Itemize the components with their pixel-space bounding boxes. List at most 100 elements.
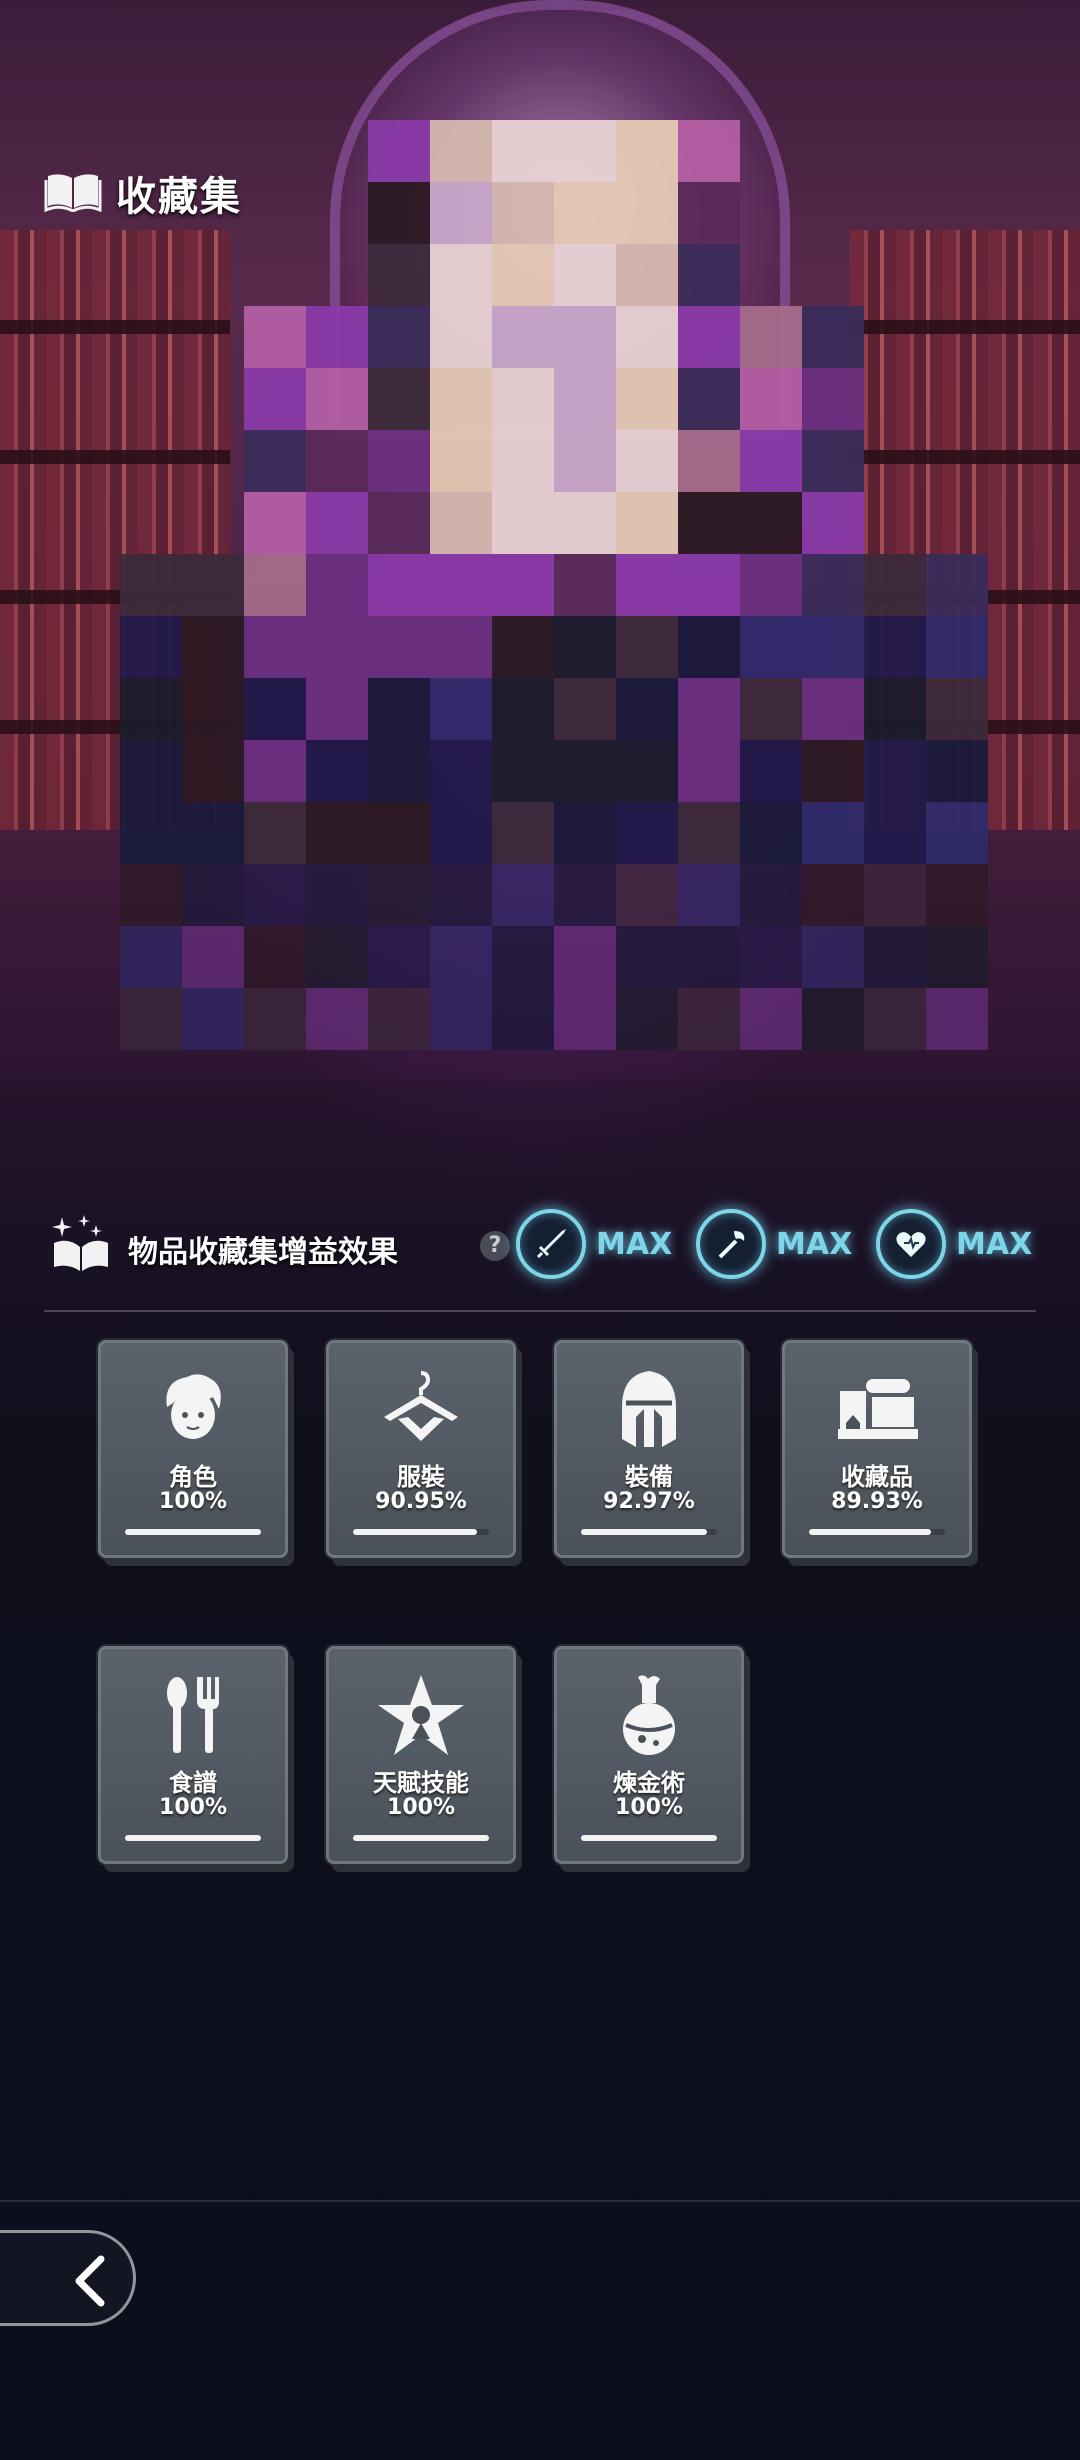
pixel-block	[182, 616, 244, 678]
pixel-block	[182, 988, 244, 1050]
pixel-block	[678, 120, 740, 182]
pixel-block	[430, 120, 492, 182]
back-button[interactable]	[0, 2230, 136, 2326]
pixel-block	[306, 368, 368, 430]
pixel-block	[492, 864, 554, 926]
pixel-block	[678, 554, 740, 616]
collection-card-recipes[interactable]: 食譜 100%	[98, 1646, 288, 1864]
pixel-block	[616, 802, 678, 864]
collection-card-character[interactable]: 角色 100%	[98, 1340, 288, 1558]
pixel-block	[740, 616, 802, 678]
pixel-block	[802, 740, 864, 802]
pixel-block	[430, 740, 492, 802]
character-face-icon	[101, 1367, 285, 1447]
buff-ring	[696, 1209, 766, 1279]
pixel-block	[244, 306, 306, 368]
progress-fill	[125, 1529, 261, 1535]
pixel-block	[368, 492, 430, 554]
pixel-block	[926, 740, 988, 802]
pixel-block	[926, 554, 988, 616]
pixel-block	[306, 988, 368, 1050]
pixel-block	[802, 988, 864, 1050]
pixel-block	[678, 926, 740, 988]
collection-card-equipment[interactable]: 裝備 92.97%	[554, 1340, 744, 1558]
pixel-block	[492, 492, 554, 554]
pixel-block	[616, 678, 678, 740]
pixel-block	[740, 802, 802, 864]
collection-card-talent[interactable]: 天賦技能 100%	[326, 1646, 516, 1864]
pixel-block	[182, 802, 244, 864]
pixel-block	[368, 802, 430, 864]
collection-buff-row: 物品收藏集增益效果 ? MAX MAX MAX	[44, 1205, 1044, 1295]
pixel-block	[926, 678, 988, 740]
pixel-block	[120, 988, 182, 1050]
buff-attack[interactable]: MAX	[516, 1209, 676, 1281]
buff-label: 物品收藏集增益效果	[128, 1235, 398, 1270]
pixel-block	[368, 182, 430, 244]
pixel-block	[678, 492, 740, 554]
pixel-block	[182, 926, 244, 988]
pixel-block	[616, 244, 678, 306]
pixel-block	[368, 368, 430, 430]
pixel-block	[802, 864, 864, 926]
pixel-block	[306, 926, 368, 988]
pixel-block	[554, 306, 616, 368]
progress-track	[809, 1529, 945, 1535]
pixel-block	[926, 864, 988, 926]
pixel-block	[492, 616, 554, 678]
pixel-block	[306, 430, 368, 492]
pixel-block	[306, 492, 368, 554]
collection-card-costume[interactable]: 服裝 90.95%	[326, 1340, 516, 1558]
pixel-block	[244, 554, 306, 616]
collection-card-alchemy[interactable]: 煉金術 100%	[554, 1646, 744, 1864]
help-button[interactable]: ?	[480, 1231, 510, 1261]
pixel-block	[430, 554, 492, 616]
pixel-block	[554, 120, 616, 182]
sword-icon	[536, 1229, 566, 1259]
pixel-block	[306, 306, 368, 368]
card-percent: 89.93%	[831, 1489, 923, 1514]
pixel-block	[802, 306, 864, 368]
pixel-block	[802, 802, 864, 864]
pixel-block	[244, 678, 306, 740]
pixel-block	[554, 864, 616, 926]
pixel-block	[120, 678, 182, 740]
pixel-block	[120, 554, 182, 616]
pixel-block	[802, 616, 864, 678]
pixel-block	[678, 988, 740, 1050]
pixel-block	[554, 244, 616, 306]
buff-ring	[516, 1209, 586, 1279]
pixel-block	[864, 988, 926, 1050]
progress-track	[353, 1835, 489, 1841]
pixel-block	[244, 492, 306, 554]
hanger-icon	[329, 1367, 513, 1447]
pixel-block	[430, 678, 492, 740]
pixel-block	[306, 554, 368, 616]
pixel-block	[368, 988, 430, 1050]
pixel-block	[306, 678, 368, 740]
pixel-block	[678, 864, 740, 926]
pixel-block	[182, 740, 244, 802]
buff-magic[interactable]: MAX	[696, 1209, 856, 1281]
pixel-block	[430, 368, 492, 430]
pixel-block	[864, 926, 926, 988]
pixel-block	[616, 120, 678, 182]
pixel-block	[616, 926, 678, 988]
pixel-block	[368, 864, 430, 926]
pixel-block	[430, 430, 492, 492]
buff-value: MAX	[776, 1227, 853, 1262]
pixel-block	[678, 306, 740, 368]
pixel-block	[430, 864, 492, 926]
buff-health[interactable]: MAX	[876, 1209, 1036, 1281]
pixel-block	[430, 306, 492, 368]
collection-card-collectibles[interactable]: 收藏品 89.93%	[782, 1340, 972, 1558]
pixel-block	[554, 740, 616, 802]
pixel-block	[554, 678, 616, 740]
pixel-block	[802, 554, 864, 616]
pixel-block	[430, 616, 492, 678]
pixel-block	[182, 554, 244, 616]
pixel-block	[554, 430, 616, 492]
helmet-icon	[557, 1367, 741, 1447]
pixel-block	[554, 802, 616, 864]
pixel-block	[554, 988, 616, 1050]
